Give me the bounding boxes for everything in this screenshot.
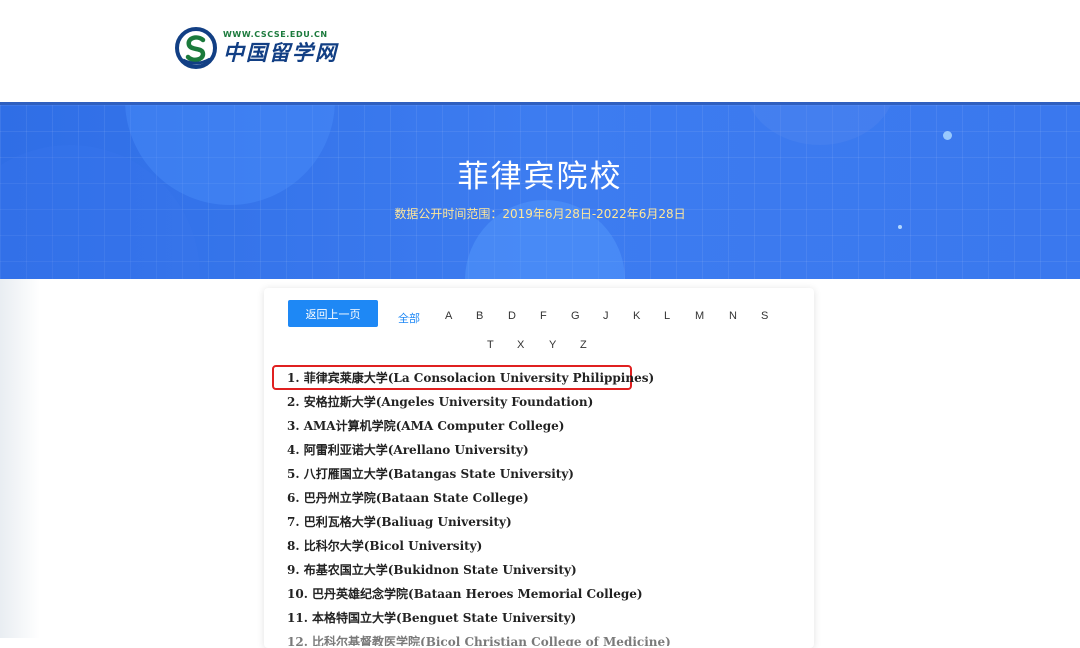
banner-dot-decoration: [898, 225, 902, 229]
banner-dot-decoration: [943, 131, 952, 140]
letter-filter-d[interactable]: D: [508, 310, 516, 322]
list-item[interactable]: 3. AMA计算机学院(AMA Computer College): [287, 414, 671, 438]
data-date-range: 数据公开时间范围：2019年6月28日-2022年6月28日: [394, 207, 686, 221]
cscse-logo-icon: [175, 27, 217, 69]
back-button[interactable]: 返回上一页: [288, 300, 378, 327]
list-item[interactable]: 7. 巴利瓦格大学(Baliuag University): [287, 510, 671, 534]
left-edge-shadow: [0, 279, 40, 638]
site-header: WWW.CSCSE.EDU.CN 中国留学网: [0, 0, 1080, 102]
list-item[interactable]: 12. 比科尔基督教医学院(Bicol Christian College of…: [287, 630, 671, 646]
letter-filter-y[interactable]: Y: [549, 339, 556, 351]
letter-filter-b[interactable]: B: [476, 310, 483, 322]
list-item[interactable]: 6. 巴丹州立学院(Bataan State College): [287, 486, 671, 510]
letter-filter-x[interactable]: X: [517, 339, 524, 351]
letter-filter-f[interactable]: F: [540, 310, 547, 322]
list-item[interactable]: 1. 菲律宾莱康大学(La Consolacion University Phi…: [287, 366, 671, 390]
list-item[interactable]: 10. 巴丹英雄纪念学院(Bataan Heroes Memorial Coll…: [287, 582, 671, 606]
site-logo[interactable]: WWW.CSCSE.EDU.CN 中国留学网: [175, 27, 338, 69]
letter-filter-s[interactable]: S: [761, 310, 768, 322]
letter-filter-t[interactable]: T: [487, 339, 494, 351]
hero-banner: 菲律宾院校 数据公开时间范围：2019年6月28日-2022年6月28日: [0, 102, 1080, 279]
list-item[interactable]: 9. 布基农国立大学(Bukidnon State University): [287, 558, 671, 582]
letter-filter-j[interactable]: J: [603, 310, 609, 322]
list-item[interactable]: 8. 比科尔大学(Bicol University): [287, 534, 671, 558]
list-item[interactable]: 5. 八打雁国立大学(Batangas State University): [287, 462, 671, 486]
page-title: 菲律宾院校: [457, 159, 623, 195]
letter-filter-all[interactable]: 全部: [398, 310, 420, 326]
letter-filter-z[interactable]: Z: [580, 339, 587, 351]
list-item[interactable]: 4. 阿雷利亚诺大学(Arellano University): [287, 438, 671, 462]
letter-filter-k[interactable]: K: [633, 310, 640, 322]
letter-filter-n[interactable]: N: [729, 310, 737, 322]
letter-filter-m[interactable]: M: [695, 310, 704, 322]
letter-filter-l[interactable]: L: [664, 310, 670, 322]
logo-url-text: WWW.CSCSE.EDU.CN: [223, 30, 328, 39]
list-item[interactable]: 11. 本格特国立大学(Benguet State University): [287, 606, 671, 630]
university-list-card: 返回上一页 全部 A B D F G J K L M N S T X Y Z 1…: [264, 288, 814, 648]
logo-name-text: 中国留学网: [223, 40, 338, 65]
university-list: 1. 菲律宾莱康大学(La Consolacion University Phi…: [287, 366, 671, 646]
letter-filter-a[interactable]: A: [445, 310, 452, 322]
list-item[interactable]: 2. 安格拉斯大学(Angeles University Foundation): [287, 390, 671, 414]
letter-filter-g[interactable]: G: [571, 310, 580, 322]
